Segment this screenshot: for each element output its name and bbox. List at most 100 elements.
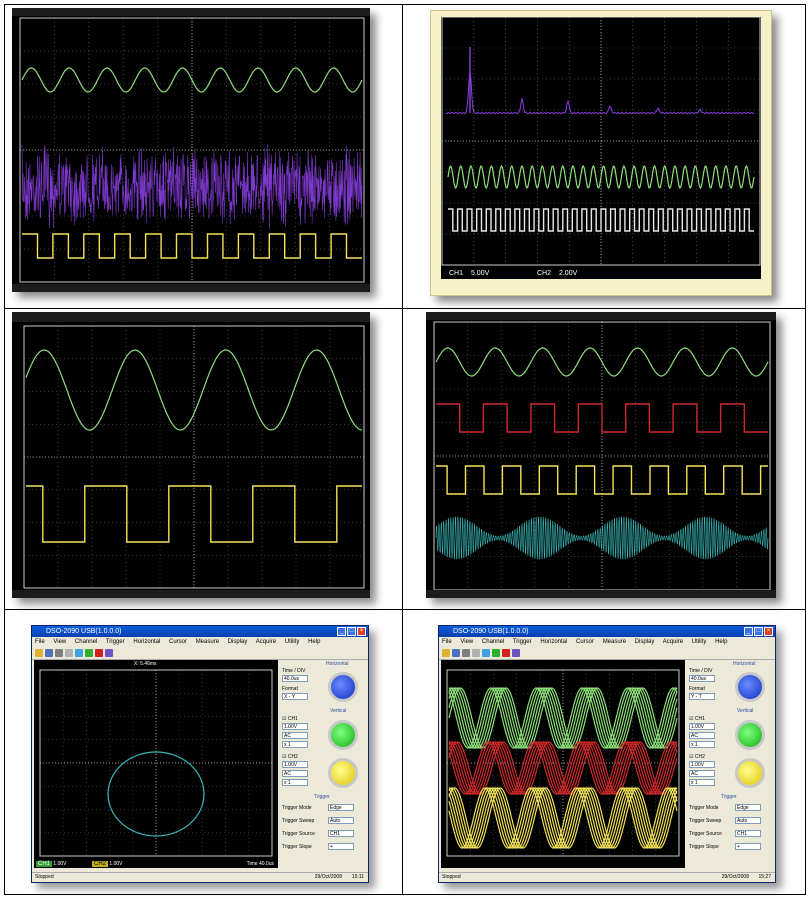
trigger-mode-select[interactable]: Edge <box>735 804 761 811</box>
scope-footer-bar <box>12 590 370 598</box>
ch1-checkbox[interactable]: ☑ CH1 <box>689 716 705 722</box>
app-window-yt: DSO-2090 USB(1.0.0.0) _ □ × File View Ch… <box>438 625 776 883</box>
settings-icon[interactable] <box>105 649 113 657</box>
zoom-icon[interactable] <box>75 649 83 657</box>
time-div-select[interactable]: 40.0us <box>282 675 308 682</box>
minimize-button[interactable]: _ <box>337 627 346 636</box>
format-select[interactable]: X - Y <box>282 693 308 700</box>
trigger-section-title: Trigger <box>721 794 737 800</box>
trigger-source-select[interactable]: CH1 <box>735 830 761 837</box>
ch1-checkbox-label: CH1 <box>287 716 298 722</box>
trigger-sweep-select[interactable]: Auto <box>328 817 354 824</box>
ch1-checkbox-label: CH1 <box>694 716 705 722</box>
menu-acquire[interactable]: Acquire <box>256 639 276 645</box>
trigger-source-select[interactable]: CH1 <box>328 830 354 837</box>
settings-icon[interactable] <box>512 649 520 657</box>
status-date: 29/Oct/2008 <box>314 874 342 880</box>
menu-cursor[interactable]: Cursor <box>576 639 594 645</box>
close-button[interactable]: × <box>764 627 773 636</box>
ch2-volt-select[interactable]: 1.00V <box>282 761 308 768</box>
ch2-square-trace <box>448 208 754 232</box>
scope-plot-middle-right <box>426 312 776 598</box>
menu-channel[interactable]: Channel <box>482 639 504 645</box>
ch2-checkbox[interactable]: ☑ CH2 <box>282 754 298 760</box>
menu-channel[interactable]: Channel <box>75 639 97 645</box>
ch1-coupling-select[interactable]: AC <box>689 732 715 739</box>
menu-acquire[interactable]: Acquire <box>663 639 683 645</box>
format-select[interactable]: Y - T <box>689 693 715 700</box>
menu-measure[interactable]: Measure <box>196 639 219 645</box>
menu-utility[interactable]: Utility <box>285 639 300 645</box>
ch2-probe-select[interactable]: x 1 <box>689 779 715 786</box>
zoom-icon[interactable] <box>482 649 490 657</box>
ch2-volt-select[interactable]: 1.00V <box>689 761 715 768</box>
save-icon[interactable] <box>45 649 53 657</box>
ch1-probe-select[interactable]: x 1 <box>689 741 715 748</box>
ch2-knob[interactable] <box>328 758 358 788</box>
stop-icon[interactable] <box>502 649 510 657</box>
ch1-label: CH1 <box>449 270 464 277</box>
maximize-button[interactable]: □ <box>347 627 356 636</box>
ch1-knob[interactable] <box>328 720 358 750</box>
run-icon[interactable] <box>85 649 93 657</box>
trigger-mode-label: Trigger Mode <box>282 805 312 811</box>
menu-display[interactable]: Display <box>635 639 655 645</box>
time-knob[interactable] <box>735 672 765 702</box>
save-icon[interactable] <box>452 649 460 657</box>
window-controls: _ □ × <box>337 627 366 636</box>
ch1-checkbox[interactable]: ☑ CH1 <box>282 716 298 722</box>
minimize-button[interactable]: _ <box>744 627 753 636</box>
ch1-readout: CH1 5.00V <box>449 270 489 277</box>
menu-trigger[interactable]: Trigger <box>106 639 125 645</box>
menu-trigger[interactable]: Trigger <box>513 639 532 645</box>
ch2-badge: CH2 <box>92 861 109 867</box>
open-icon[interactable] <box>442 649 450 657</box>
status-text: Stopped <box>35 874 54 880</box>
status-clock: 15:27 <box>758 874 771 880</box>
print-icon[interactable] <box>462 649 470 657</box>
time-knob[interactable] <box>328 672 358 702</box>
ch2-checkbox[interactable]: ☑ CH2 <box>689 754 705 760</box>
ch1-knob[interactable] <box>735 720 765 750</box>
menu-utility[interactable]: Utility <box>692 639 707 645</box>
trigger-slope-select[interactable]: + <box>328 843 354 850</box>
ch2-value: 2.00V <box>558 270 578 277</box>
menu-cursor[interactable]: Cursor <box>169 639 187 645</box>
stop-icon[interactable] <box>95 649 103 657</box>
menu-help[interactable]: Help <box>308 639 320 645</box>
menu-view[interactable]: View <box>460 639 473 645</box>
menu-horizontal[interactable]: Horizontal <box>133 639 160 645</box>
menu-help[interactable]: Help <box>715 639 727 645</box>
menu-display[interactable]: Display <box>228 639 248 645</box>
menu-file[interactable]: File <box>442 639 452 645</box>
ch2-knob[interactable] <box>735 758 765 788</box>
trigger-sweep-select[interactable]: Auto <box>735 817 761 824</box>
menu-horizontal[interactable]: Horizontal <box>540 639 567 645</box>
ch1-coupling-select[interactable]: AC <box>282 732 308 739</box>
ch2-coupling-select[interactable]: AC <box>282 770 308 777</box>
ch2-coupling-select[interactable]: AC <box>689 770 715 777</box>
menu-view[interactable]: View <box>53 639 66 645</box>
status-date: 29/Oct/2008 <box>721 874 749 880</box>
status-clock: 15:11 <box>351 874 364 880</box>
ch1-probe-select[interactable]: x 1 <box>282 741 308 748</box>
ch1-volt-select[interactable]: 1.00V <box>282 723 308 730</box>
scope-screen-top-right: CH1 5.00V CH2 2.00V <box>430 10 772 296</box>
time-div-select[interactable]: 40.0us <box>689 675 715 682</box>
ch1-volt-select[interactable]: 1.00V <box>689 723 715 730</box>
menu-bar: File View Channel Trigger Horizontal Cur… <box>439 638 775 647</box>
trigger-sweep-label: Trigger Sweep <box>689 818 722 824</box>
trigger-slope-select[interactable]: + <box>735 843 761 850</box>
pointer-icon[interactable] <box>472 649 480 657</box>
open-icon[interactable] <box>35 649 43 657</box>
menu-file[interactable]: File <box>35 639 45 645</box>
pointer-icon[interactable] <box>65 649 73 657</box>
scope-plot-top-right <box>441 17 761 266</box>
trigger-mode-select[interactable]: Edge <box>328 804 354 811</box>
ch2-probe-select[interactable]: x 1 <box>282 779 308 786</box>
run-icon[interactable] <box>492 649 500 657</box>
close-button[interactable]: × <box>357 627 366 636</box>
print-icon[interactable] <box>55 649 63 657</box>
maximize-button[interactable]: □ <box>754 627 763 636</box>
menu-measure[interactable]: Measure <box>603 639 626 645</box>
